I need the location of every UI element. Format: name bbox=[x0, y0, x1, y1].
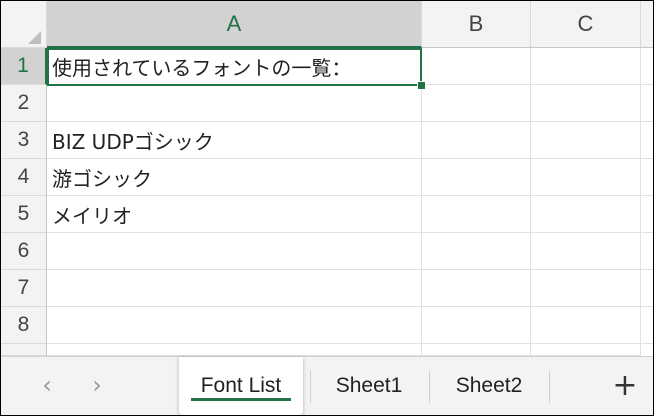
sheet-tab-font-list[interactable]: Font List bbox=[179, 357, 303, 415]
cell-b1[interactable] bbox=[422, 48, 531, 85]
row-header-3[interactable]: 3 bbox=[1, 122, 47, 159]
sheet-tab-label: Sheet1 bbox=[335, 374, 403, 397]
cell-c1[interactable] bbox=[531, 48, 641, 85]
cell-a8[interactable] bbox=[47, 307, 422, 344]
add-sheet-button[interactable]: + bbox=[607, 365, 643, 405]
tab-divider bbox=[429, 371, 430, 403]
cell-a7[interactable] bbox=[47, 270, 422, 307]
cell-d8[interactable] bbox=[641, 307, 653, 344]
cell-a5[interactable]: メイリオ bbox=[47, 196, 422, 233]
row-header-5[interactable]: 5 bbox=[1, 196, 47, 233]
row-header-4[interactable]: 4 bbox=[1, 159, 47, 196]
row-header-1[interactable]: 1 bbox=[1, 48, 47, 85]
cell-d6[interactable] bbox=[641, 233, 653, 270]
cell-d1[interactable] bbox=[641, 48, 653, 85]
cell-c7[interactable] bbox=[531, 270, 641, 307]
tab-divider bbox=[310, 371, 311, 403]
column-header-partial[interactable] bbox=[641, 1, 653, 48]
sheet-tab-bar: ‹ › Font List Sheet1 Sheet2 + bbox=[1, 356, 653, 415]
cell-d4[interactable] bbox=[641, 159, 653, 196]
cell-b9[interactable] bbox=[422, 344, 531, 356]
spreadsheet-window: A B C 1 2 3 4 5 6 7 8 使用されているフォントの一覧： BI… bbox=[0, 0, 654, 416]
sheet-tab-label: Sheet2 bbox=[455, 374, 523, 397]
sheet-tab-sheet1[interactable]: Sheet1 bbox=[313, 357, 425, 415]
next-sheet-icon[interactable]: › bbox=[83, 367, 111, 403]
column-header-a[interactable]: A bbox=[47, 1, 422, 48]
cell-b7[interactable] bbox=[422, 270, 531, 307]
cell-c3[interactable] bbox=[531, 122, 641, 159]
cell-a1[interactable]: 使用されているフォントの一覧： bbox=[47, 48, 422, 85]
fill-handle[interactable] bbox=[417, 81, 426, 90]
previous-sheet-icon[interactable]: ‹ bbox=[33, 367, 61, 403]
row-header-7[interactable]: 7 bbox=[1, 270, 47, 307]
cell-a2[interactable] bbox=[47, 85, 422, 122]
cell-c8[interactable] bbox=[531, 307, 641, 344]
cell-a3[interactable]: BIZ UDPゴシック bbox=[47, 122, 422, 159]
column-header-b[interactable]: B bbox=[422, 1, 531, 48]
cell-b4[interactable] bbox=[422, 159, 531, 196]
row-header-9-partial[interactable] bbox=[1, 344, 47, 356]
active-tab-underline bbox=[191, 398, 291, 401]
cell-c5[interactable] bbox=[531, 196, 641, 233]
select-all-button[interactable] bbox=[1, 1, 47, 48]
tab-divider bbox=[549, 371, 550, 403]
row-header-6[interactable]: 6 bbox=[1, 233, 47, 270]
select-all-triangle-icon bbox=[28, 31, 41, 44]
row-header-2[interactable]: 2 bbox=[1, 85, 47, 122]
cell-d3[interactable] bbox=[641, 122, 653, 159]
cell-a4[interactable]: 游ゴシック bbox=[47, 159, 422, 196]
cell-b2[interactable] bbox=[422, 85, 531, 122]
cell-b8[interactable] bbox=[422, 307, 531, 344]
cell-c2[interactable] bbox=[531, 85, 641, 122]
row-header-8[interactable]: 8 bbox=[1, 307, 47, 344]
cell-c4[interactable] bbox=[531, 159, 641, 196]
cell-b5[interactable] bbox=[422, 196, 531, 233]
sheet-tab-sheet2[interactable]: Sheet2 bbox=[433, 357, 545, 415]
cell-c9[interactable] bbox=[531, 344, 641, 356]
cell-d2[interactable] bbox=[641, 85, 653, 122]
sheet-tab-label: Font List bbox=[200, 374, 282, 397]
cell-b3[interactable] bbox=[422, 122, 531, 159]
cell-d5[interactable] bbox=[641, 196, 653, 233]
cell-a6[interactable] bbox=[47, 233, 422, 270]
cell-a9[interactable] bbox=[47, 344, 422, 356]
column-header-c[interactable]: C bbox=[531, 1, 641, 48]
cell-c6[interactable] bbox=[531, 233, 641, 270]
cell-d7[interactable] bbox=[641, 270, 653, 307]
cell-b6[interactable] bbox=[422, 233, 531, 270]
